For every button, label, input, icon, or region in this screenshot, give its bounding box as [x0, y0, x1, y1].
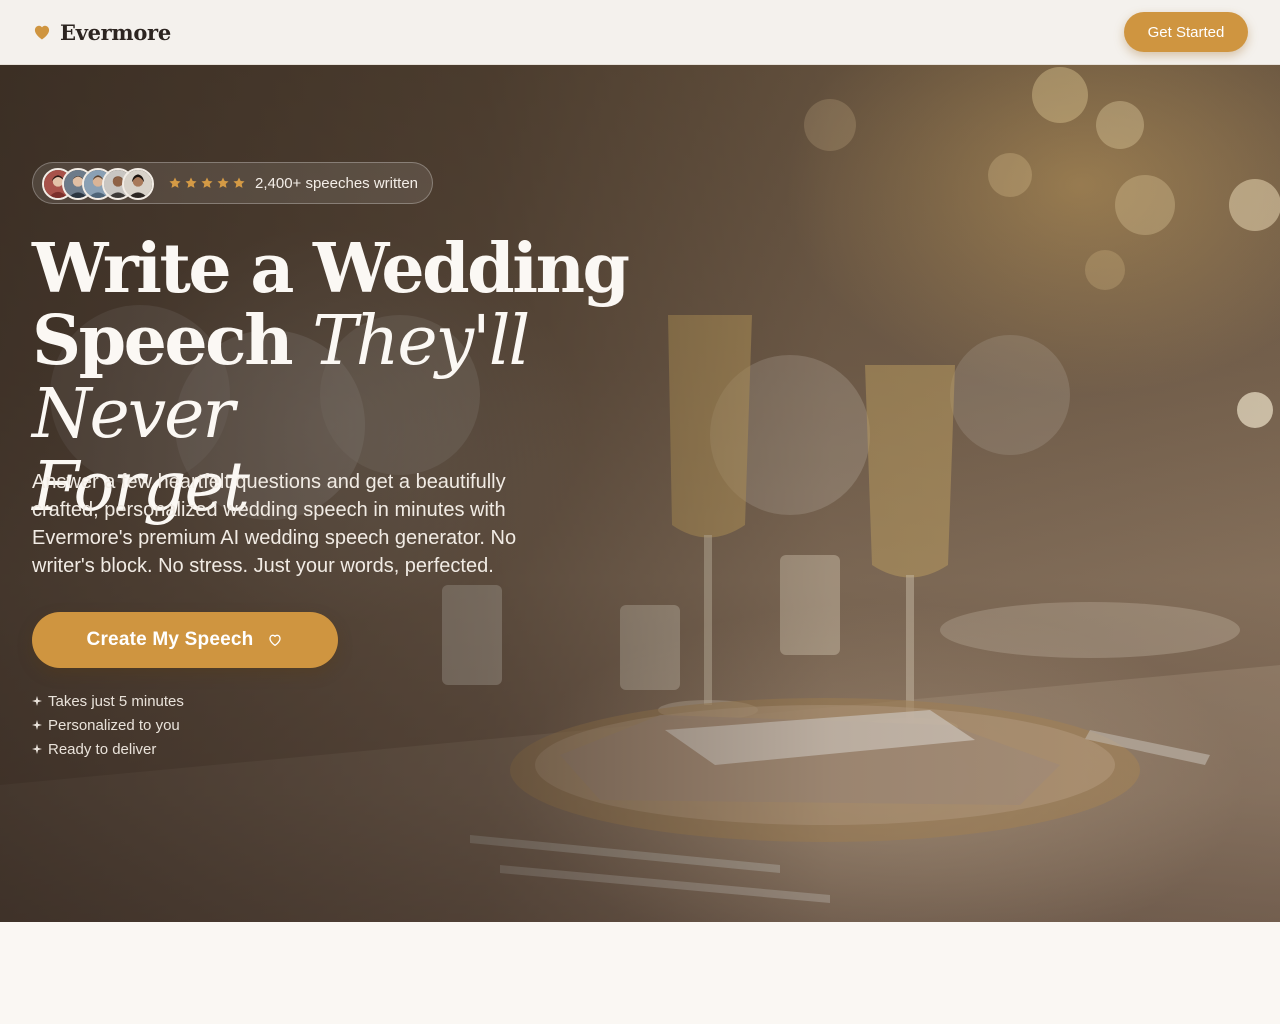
- headline-line-1: Write a Wedding: [32, 229, 630, 309]
- brand-name: Evermore: [60, 19, 171, 45]
- hero-section: 2,400+ speeches written Write a Wedding …: [0, 65, 1280, 922]
- create-speech-label: Create My Speech: [86, 629, 254, 650]
- get-started-button[interactable]: Get Started: [1124, 12, 1248, 52]
- avatar-group: [42, 166, 158, 200]
- star-icon: [217, 177, 229, 188]
- star-icon: [169, 177, 181, 188]
- star-icon: [201, 177, 213, 188]
- headline-line-2: Speech: [32, 301, 294, 381]
- speech-count-text: 2,400+ speeches written: [255, 174, 419, 192]
- avatar: [122, 168, 154, 200]
- star-icon: [185, 177, 197, 188]
- next-section: [0, 922, 1280, 1024]
- sparkle-icon: [32, 696, 42, 706]
- brand-logo[interactable]: Evermore: [32, 18, 171, 46]
- hero-subtext: Answer a few heartfelt questions and get…: [32, 471, 517, 577]
- create-speech-button[interactable]: Create My Speech: [32, 612, 338, 668]
- list-item: Ready to deliver: [32, 737, 184, 761]
- list-item: Takes just 5 minutes: [32, 689, 184, 713]
- list-item: Personalized to you: [32, 713, 184, 737]
- top-nav: Evermore Get Started: [0, 0, 1280, 65]
- heart-icon: [34, 25, 50, 40]
- feature-text: Ready to deliver: [48, 740, 157, 758]
- feature-text: Personalized to you: [48, 716, 180, 734]
- social-proof-badge: 2,400+ speeches written: [32, 162, 433, 204]
- sparkle-icon: [32, 720, 42, 730]
- sparkle-icon: [32, 744, 42, 754]
- feature-list: Takes just 5 minutes Personalized to you…: [32, 689, 184, 761]
- rating-stars: [168, 176, 246, 190]
- heart-outline-icon: [269, 634, 282, 646]
- star-icon: [233, 177, 245, 188]
- feature-text: Takes just 5 minutes: [48, 692, 184, 710]
